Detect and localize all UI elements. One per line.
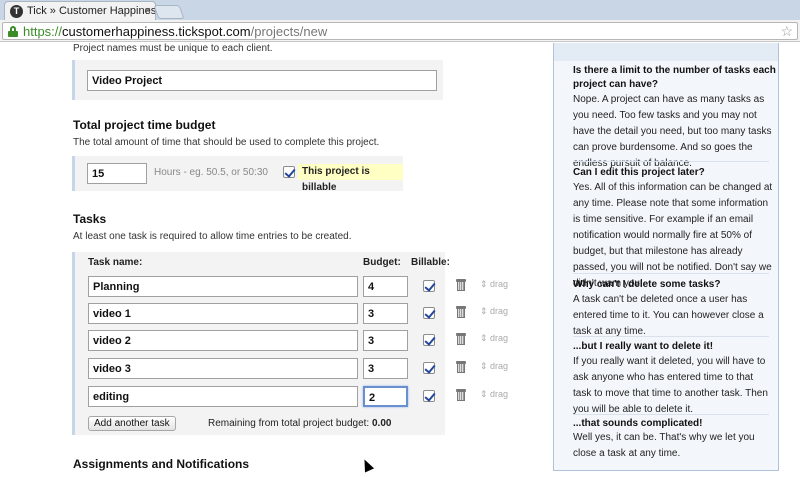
- task-name-input-4[interactable]: video 3: [88, 358, 358, 379]
- url-scheme: https://: [23, 24, 63, 39]
- budget-heading: Total project time budget: [73, 118, 216, 132]
- task-budget-input-2[interactable]: 3: [363, 303, 408, 324]
- task-billable-checkbox-1[interactable]: [423, 280, 435, 292]
- faq-question-1: Is there a limit to the number of tasks …: [573, 65, 776, 76]
- add-another-task-button[interactable]: Add another task: [88, 416, 176, 431]
- delete-task-icon[interactable]: [456, 333, 466, 345]
- remaining-budget: Remaining from total project budget: 0.0…: [208, 418, 391, 429]
- budget-hint: The total amount of time that should be …: [73, 137, 380, 148]
- faq-answer-5: Well yes, it can be. That's why we let y…: [573, 432, 755, 459]
- faq-answer-4: If you really want it deleted, you will …: [573, 356, 768, 415]
- task-budget-input-4[interactable]: 3: [363, 358, 408, 379]
- tasks-heading: Tasks: [73, 212, 107, 226]
- drag-handle[interactable]: ⇕ drag: [480, 333, 508, 344]
- faq-question-5: ...that sounds complicated!: [573, 418, 703, 429]
- faq-answer-2: Yes. All of this information can be chan…: [573, 182, 773, 289]
- url-path: /projects/new: [250, 24, 328, 39]
- faq-divider: [573, 161, 769, 162]
- faq-question-4: ...but I really want to delete it!: [573, 341, 714, 352]
- tick-favicon-icon: T: [10, 5, 23, 18]
- project-billable-label: This project is billable: [298, 164, 403, 193]
- task-billable-checkbox-4[interactable]: [423, 362, 435, 374]
- task-budget-input-5[interactable]: 2: [363, 386, 408, 407]
- column-header-budget: Budget:: [363, 257, 401, 268]
- delete-task-icon[interactable]: [456, 279, 466, 291]
- faq-divider: [573, 414, 769, 415]
- remaining-budget-value: 0.00: [371, 418, 392, 429]
- lock-icon: [8, 26, 18, 37]
- tasks-hint: At least one task is required to allow t…: [73, 231, 352, 242]
- close-tab-icon[interactable]: ×: [145, 2, 151, 20]
- address-bar[interactable]: https://customerhappiness.tickspot.com/p…: [2, 22, 798, 40]
- faq-question-1b: project can have?: [573, 79, 659, 90]
- drag-handle[interactable]: ⇕ drag: [480, 389, 508, 400]
- task-name-input-2[interactable]: video 1: [88, 303, 358, 324]
- task-budget-input-3[interactable]: 3: [363, 330, 408, 351]
- budget-group: 15 Hours - eg. 50.5, or 50:30 This proje…: [72, 156, 403, 193]
- delete-task-icon[interactable]: [456, 306, 466, 318]
- assignments-heading: Assignments and Notifications: [73, 457, 250, 471]
- drag-handle[interactable]: ⇕ drag: [480, 279, 508, 290]
- sidebar-header-strip: [554, 43, 778, 61]
- page-content: Project names must be unique to each cli…: [0, 43, 800, 477]
- faq-answer-3: A task can't be deleted once a user has …: [573, 294, 764, 337]
- column-header-task-name: Task name:: [88, 257, 143, 268]
- remaining-budget-label: Remaining from total project budget:: [208, 418, 370, 429]
- task-name-input-5[interactable]: editing: [88, 386, 358, 407]
- task-billable-checkbox-2[interactable]: [423, 307, 435, 319]
- url-host: customerhappiness.tickspot.com: [62, 24, 251, 39]
- drag-handle[interactable]: ⇕ drag: [480, 361, 508, 372]
- browser-toolbar: https://customerhappiness.tickspot.com/p…: [0, 20, 800, 42]
- browser-tab-strip: T Tick » Customer Happiness ×: [0, 0, 800, 20]
- bookmark-star-icon[interactable]: ☆: [780, 23, 793, 39]
- url-text: https://customerhappiness.tickspot.com/p…: [23, 23, 327, 40]
- project-name-group: Video Project: [72, 60, 443, 100]
- drag-handle[interactable]: ⇕ drag: [480, 306, 508, 317]
- task-name-input-3[interactable]: video 2: [88, 330, 358, 351]
- faq-question-2: Can I edit this project later?: [573, 167, 705, 178]
- task-budget-input-1[interactable]: 4: [363, 276, 408, 297]
- faq-divider: [573, 336, 769, 337]
- delete-task-icon[interactable]: [456, 361, 466, 373]
- budget-format-hint: Hours - eg. 50.5, or 50:30: [154, 167, 268, 178]
- mouse-cursor-icon: [359, 457, 375, 473]
- new-tab-button[interactable]: [153, 5, 185, 19]
- task-billable-checkbox-5[interactable]: [423, 390, 435, 402]
- browser-tab[interactable]: T Tick » Customer Happiness ×: [4, 1, 156, 20]
- task-name-input-1[interactable]: Planning: [88, 276, 358, 297]
- help-sidebar: Is there a limit to the number of tasks …: [553, 43, 779, 471]
- budget-hours-input[interactable]: 15: [87, 163, 147, 184]
- project-name-hint: Project names must be unique to each cli…: [73, 43, 273, 54]
- faq-question-3: Why can't I delete some tasks?: [573, 279, 721, 290]
- tab-title: Tick » Customer Happiness: [27, 5, 156, 17]
- faq-answer-1: Nope. A project can have as many tasks a…: [573, 94, 772, 169]
- project-billable-checkbox[interactable]: [283, 166, 295, 178]
- project-name-input[interactable]: Video Project: [87, 70, 437, 91]
- column-header-billable: Billable:: [411, 257, 450, 268]
- faq-divider: [573, 273, 769, 274]
- tasks-table: Task name: Budget: Billable: Planning 4 …: [72, 252, 450, 435]
- task-billable-checkbox-3[interactable]: [423, 334, 435, 346]
- delete-task-icon[interactable]: [456, 389, 466, 401]
